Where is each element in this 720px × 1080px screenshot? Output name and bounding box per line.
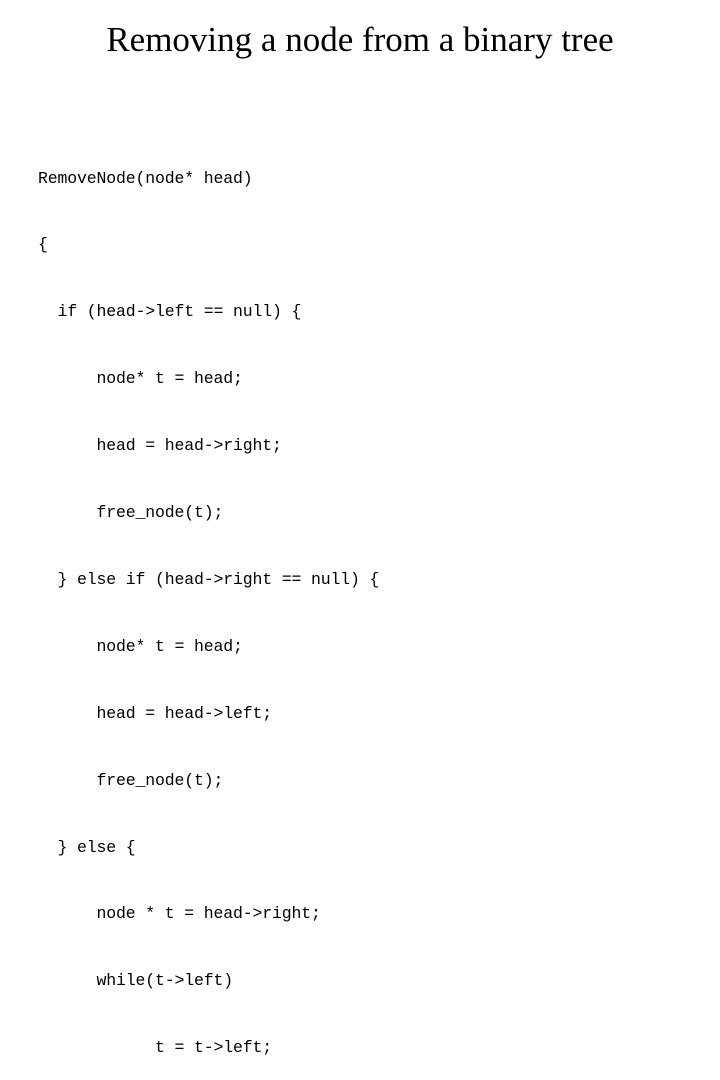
code-line: t = t->left;	[38, 1038, 273, 1058]
code-line: RemoveNode(node* head)	[38, 168, 253, 188]
code-block: RemoveNode(node* head) { if (head->left …	[38, 123, 698, 1080]
code-line: } else if (head->right == null) {	[38, 569, 380, 589]
code-line: head = head->right;	[38, 436, 282, 456]
code-line: node* t = head;	[38, 369, 243, 389]
code-line: if (head->left == null) {	[38, 302, 302, 322]
code-line: head = head->left;	[38, 703, 273, 723]
code-line: node* t = head;	[38, 636, 243, 656]
code-line: while(t->left)	[38, 971, 234, 991]
code-line: free_node(t);	[38, 770, 224, 790]
slide-canvas: Removing a node from a binary tree Remov…	[0, 0, 720, 1057]
code-line: node * t = head->right;	[38, 904, 321, 924]
code-line: free_node(t);	[38, 503, 224, 523]
code-line: {	[38, 235, 48, 255]
page-title: Removing a node from a binary tree	[106, 20, 614, 59]
code-line: } else {	[38, 837, 136, 857]
